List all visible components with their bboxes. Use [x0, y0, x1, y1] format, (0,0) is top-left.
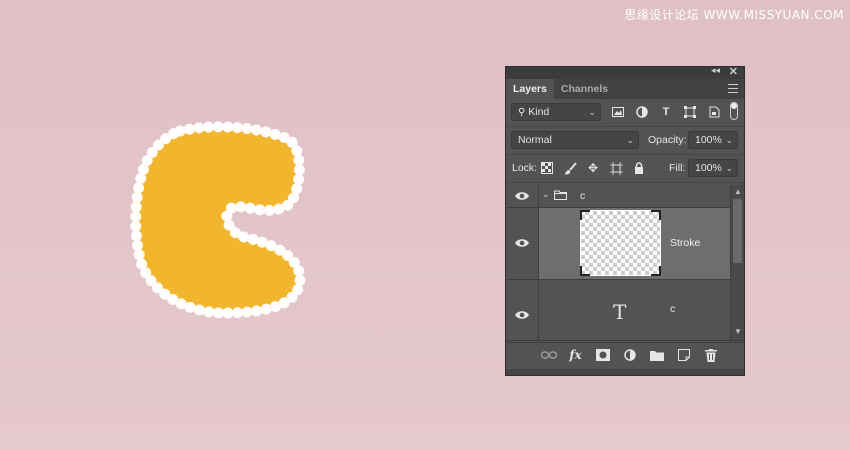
close-panel-icon[interactable]: ✕: [729, 65, 738, 78]
eye-icon[interactable]: [515, 238, 529, 248]
layer-stroke[interactable]: Stroke: [506, 208, 744, 280]
layer-group-c[interactable]: ⌄ c: [506, 185, 744, 208]
lock-image-pixels-brush-icon[interactable]: [563, 161, 577, 175]
eye-icon[interactable]: [515, 191, 529, 201]
panel-menu-icon[interactable]: [728, 84, 738, 93]
lock-icons: ✥: [540, 161, 655, 175]
eye-icon[interactable]: [515, 310, 529, 320]
new-layer-icon[interactable]: [675, 348, 692, 362]
watermark: 思缘设计论坛 WWW.MISSYUAN.COM: [624, 8, 844, 22]
layer-name: Stroke: [670, 237, 701, 249]
panel-resize-grip[interactable]: [506, 369, 744, 375]
filter-kind-dropdown[interactable]: ⚲ Kind ⌄: [511, 103, 601, 121]
collapse-panel-icon[interactable]: ◂◂: [711, 65, 720, 76]
blend-row: Normal ⌄ Opacity: 100% ⌄: [506, 127, 744, 155]
filter-row: ⚲ Kind ⌄ T: [506, 99, 744, 127]
tab-channels[interactable]: Channels: [554, 79, 615, 99]
layer-thumbnail[interactable]: [580, 210, 661, 276]
filter-icons: T: [610, 105, 730, 119]
fill-value: 100%: [695, 162, 722, 174]
layers-scrollbar[interactable]: ▲ ▼: [730, 185, 744, 340]
panel-tabs: Layers Channels: [506, 79, 744, 99]
filter-kind-label: Kind: [528, 106, 550, 118]
chevron-down-icon: ⌄: [626, 135, 634, 145]
blend-mode-value: Normal: [518, 134, 552, 146]
layer-name: c: [670, 303, 676, 315]
adjustment-layer-filter-icon[interactable]: [634, 105, 650, 119]
layer-name: c: [580, 190, 586, 202]
opacity-value: 100%: [695, 134, 722, 146]
fx-icon[interactable]: fx: [567, 348, 584, 362]
opacity-label: Opacity:: [648, 134, 687, 146]
link-layers-icon[interactable]: [540, 348, 557, 362]
new-group-folder-icon[interactable]: [648, 348, 665, 362]
panel-titlebar: ◂◂ ✕: [506, 65, 744, 79]
scrollbar-thumb[interactable]: [733, 199, 742, 263]
lock-label: Lock:: [512, 162, 538, 174]
layer-text-c[interactable]: T c: [506, 280, 744, 341]
tab-layers[interactable]: Layers: [506, 79, 554, 99]
lock-row: Lock: ✥ Fill: 100% ⌄: [506, 155, 744, 183]
lock-all-icon[interactable]: [632, 161, 646, 175]
chevron-down-icon[interactable]: ⌄: [725, 132, 733, 148]
footer-buttons: fx: [540, 348, 729, 362]
opacity-field[interactable]: 100% ⌄: [688, 131, 738, 149]
panel-footer: fx: [506, 342, 744, 369]
fill-field[interactable]: 100% ⌄: [688, 159, 738, 177]
pixel-layer-filter-icon[interactable]: [610, 105, 626, 119]
lock-transparent-pixels-icon[interactable]: [540, 161, 554, 175]
type-layer-icon: T: [613, 300, 627, 324]
scroll-down-icon[interactable]: ▼: [734, 327, 742, 336]
delete-trash-icon[interactable]: [702, 348, 719, 362]
type-layer-filter-icon[interactable]: T: [658, 105, 674, 119]
folder-icon: [554, 190, 567, 200]
chevron-down-icon: ⌄: [588, 107, 596, 117]
chevron-down-icon[interactable]: ⌄: [542, 189, 550, 200]
canvas-letter-c: [130, 121, 306, 319]
filter-toggle[interactable]: [730, 102, 738, 120]
shape-layer-filter-icon[interactable]: [682, 105, 698, 119]
search-icon: ⚲: [518, 107, 526, 118]
lock-artboard-icon[interactable]: [609, 161, 623, 175]
lock-position-move-icon[interactable]: ✥: [586, 161, 600, 175]
blend-mode-dropdown[interactable]: Normal ⌄: [511, 131, 639, 149]
adjustment-layer-icon[interactable]: [621, 348, 638, 362]
layers-list: ⌄ c Stroke T c ▲ ▼: [506, 185, 744, 341]
smart-object-filter-icon[interactable]: [706, 105, 722, 119]
scroll-up-icon[interactable]: ▲: [734, 187, 742, 196]
layers-panel: ◂◂ ✕ Layers Channels ⚲ Kind ⌄ T Normal ⌄…: [505, 65, 745, 376]
add-mask-icon[interactable]: [594, 348, 611, 362]
chevron-down-icon[interactable]: ⌄: [725, 160, 733, 176]
fill-label: Fill:: [669, 162, 686, 174]
